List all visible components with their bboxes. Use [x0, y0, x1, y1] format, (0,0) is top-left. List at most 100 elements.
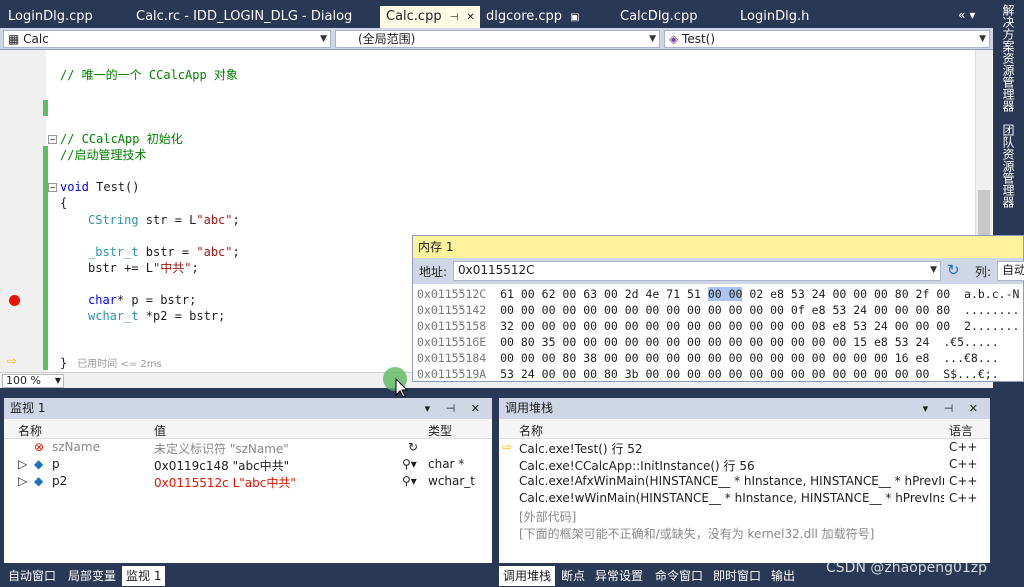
expand-icon[interactable]: ▷ — [18, 457, 27, 471]
column-header-name[interactable]: 名称 — [18, 422, 42, 439]
code-text: Test() — [88, 180, 140, 194]
watch-type: char * — [428, 457, 465, 471]
member-dropdown[interactable]: ◈ Test() ▼ — [664, 30, 990, 48]
zoom-dropdown[interactable]: 100 % ▼ — [2, 374, 64, 388]
pin-icon[interactable]: ⊣ — [450, 12, 459, 23]
tab-label: CalcDlg.cpp — [620, 9, 698, 24]
watch-row[interactable]: ▷ ◆ p2 0x0115512c L"abc中共" ⚲▾ wchar_t — [4, 473, 492, 490]
code-line: char* p = bstr; — [88, 292, 196, 308]
tab-calc-rc-dialog[interactable]: Calc.rc - IDD_LOGIN_DLG - Dialog — [130, 6, 358, 28]
code-line: bstr += L"中共"; — [88, 260, 199, 276]
class-icon: ▦ — [8, 32, 24, 46]
frame-name: Calc.exe!wWinMain(HINSTANCE__ * hInstanc… — [519, 491, 944, 505]
callstack-row[interactable]: Calc.exe!wWinMain(HINSTANCE__ * hInstanc… — [499, 490, 990, 507]
column-header-language[interactable]: 语言 — [949, 422, 973, 439]
team-explorer-tab[interactable]: 团队资源管理器 — [1000, 124, 1017, 208]
tab-logindlg-cpp[interactable]: LoginDlg.cpp — [2, 6, 99, 28]
watch-row[interactable]: ⊗ szName 未定义标识符 "szName" ↻ — [4, 439, 492, 456]
lock-icon: ▣ — [570, 12, 580, 23]
tab-output[interactable]: 输出 — [767, 566, 799, 586]
tab-breakpoints[interactable]: 断点 — [557, 566, 589, 586]
address-label: 地址: — [419, 265, 448, 279]
type: wchar_t — [88, 309, 139, 323]
tab-call-stack[interactable]: 调用堆栈 — [499, 566, 556, 586]
fold-toggle[interactable]: − — [48, 183, 57, 192]
code-line: // CCalcApp 初始化 — [60, 132, 183, 146]
callstack-row[interactable]: Calc.exe!CCalcApp::InitInstance() 行 56 C… — [499, 456, 990, 473]
callstack-row[interactable]: Calc.exe!AfxWinMain(HINSTANCE__ * hInsta… — [499, 473, 990, 490]
magnifier-icon[interactable]: ⚲▾ — [402, 457, 417, 471]
chevron-down-icon: ▼ — [930, 265, 937, 275]
fold-toggle[interactable]: − — [48, 135, 57, 144]
callstack-row[interactable]: [外部代码] — [499, 507, 990, 524]
expand-icon[interactable]: ▷ — [18, 474, 27, 488]
tab-autos[interactable]: 自动窗口 — [4, 566, 60, 586]
column-header-value[interactable]: 值 — [154, 422, 166, 439]
perf-tip: 已用时间 <= 2ms — [77, 359, 162, 370]
tab-locals[interactable]: 局部变量 — [64, 566, 120, 586]
panel-controls[interactable]: ▾ ⊣ ✕ — [923, 398, 984, 419]
memory-address: 0x01155142 — [417, 303, 487, 317]
address-input[interactable]: 0x0115512C ▼ — [453, 261, 941, 281]
tab-label: Calc.rc - IDD_LOGIN_DLG - Dialog — [136, 9, 353, 24]
close-icon[interactable]: ✕ — [466, 12, 474, 23]
tab-command-window[interactable]: 命令窗口 — [651, 566, 707, 586]
callstack-panel-title: 调用堆栈 ▾ ⊣ ✕ — [499, 398, 990, 419]
tab-overflow-menu[interactable]: «▾ — [958, 8, 979, 22]
tab-watch-1[interactable]: 监视 1 — [122, 566, 166, 586]
memory-row: 0x01155158 32 00 00 00 00 00 00 00 00 00… — [417, 318, 1019, 334]
callstack-row[interactable]: [下面的框架可能不正确和/或缺失，没有为 kernel32.dll 加载符号] — [499, 524, 990, 541]
column-header-type[interactable]: 类型 — [428, 422, 452, 439]
panel-title-label: 调用堆栈 — [505, 401, 554, 415]
tab-label: LoginDlg.cpp — [8, 9, 93, 24]
variable-icon: ◆ — [34, 474, 44, 488]
solution-explorer-tab[interactable]: 解决方案资源管理器 — [1000, 4, 1017, 112]
tab-logindlg-h[interactable]: LoginDlg.h — [734, 6, 815, 28]
scope-dropdown[interactable]: (全局范围) ▼ — [335, 30, 660, 48]
editor-margin[interactable] — [0, 50, 46, 372]
tab-calcdlg-cpp[interactable]: CalcDlg.cpp — [614, 6, 703, 28]
code-line: CString str = L"abc"; — [88, 212, 240, 228]
memory-address: 0x0115519A — [417, 367, 487, 381]
side-tool-strip: 解决方案资源管理器 团队资源管理器 — [993, 0, 1024, 235]
tab-dlgcore-cpp[interactable]: dlgcore.cpp ▣ — [480, 6, 586, 28]
memory-bytes: 02 e8 53 24 00 00 00 80 2f 00 — [742, 287, 951, 301]
memory-address: 0x01155158 — [417, 319, 487, 333]
keyword: char — [88, 293, 117, 307]
frame-name: Calc.exe!CCalcApp::InitInstance() 行 56 — [519, 459, 755, 473]
magnifier-icon[interactable]: ⚲▾ — [402, 474, 417, 488]
breakpoint-icon[interactable] — [9, 295, 20, 306]
memory-row: 0x0115516E 00 80 35 00 00 00 00 00 00 00… — [417, 334, 999, 350]
code-line: } 已用时间 <= 2ms — [60, 355, 162, 373]
tab-immediate-window[interactable]: 即时窗口 — [709, 566, 765, 586]
code-text: bstr = — [138, 245, 197, 259]
column-header-name[interactable]: 名称 — [519, 422, 543, 439]
code-text: * p = bstr; — [116, 293, 197, 307]
memory-bytes: 00 00 00 80 38 00 00 00 00 00 00 00 00 0… — [500, 351, 930, 365]
current-frame-icon: ⇨ — [502, 440, 513, 454]
chevron-down-icon: ▼ — [649, 34, 656, 44]
columns-dropdown[interactable]: 自动 — [997, 261, 1024, 281]
memory-address: 0x0115512C — [417, 287, 487, 301]
callstack-panel: 调用堆栈 ▾ ⊣ ✕ 名称 语言 ⇨ Calc.exe!Test() 行 52 C… — [499, 398, 990, 563]
code-line: wchar_t *p2 = bstr; — [88, 308, 225, 324]
tab-label: dlgcore.cpp — [486, 9, 563, 24]
watch-type: wchar_t — [428, 474, 476, 488]
project-dropdown[interactable]: ▦ Calc ▼ — [3, 30, 331, 48]
callstack-row[interactable]: ⇨ Calc.exe!Test() 行 52 C++ — [499, 439, 990, 456]
refresh-icon[interactable]: ↻ — [408, 440, 418, 454]
panel-controls[interactable]: ▾ ⊣ ✕ — [425, 398, 486, 419]
tab-calc-cpp[interactable]: Calc.cpp ⊣ ✕ — [380, 6, 480, 28]
instruction-pointer-icon: ⇨ — [7, 354, 18, 368]
watch-row[interactable]: ▷ ◆ p 0x0119c148 "abc中共" ⚲▾ char * — [4, 456, 492, 473]
frame-name: [下面的框架可能不正确和/或缺失，没有为 kernel32.dll 加载符号] — [519, 527, 875, 541]
watch-header: 名称 值 类型 — [4, 419, 492, 439]
panel-title-label: 监视 1 — [10, 401, 46, 415]
change-bar — [43, 100, 48, 116]
watch-panel-title: 监视 1 ▾ ⊣ ✕ — [4, 398, 492, 419]
variable-icon: ◆ — [34, 457, 44, 471]
frame-language: C++ — [949, 474, 978, 488]
memory-row: 0x0115519A 53 24 00 00 00 80 3b 00 00 00… — [417, 366, 999, 382]
refresh-icon[interactable]: ↻ — [947, 261, 960, 279]
tab-exception-settings[interactable]: 异常设置 — [591, 566, 647, 586]
